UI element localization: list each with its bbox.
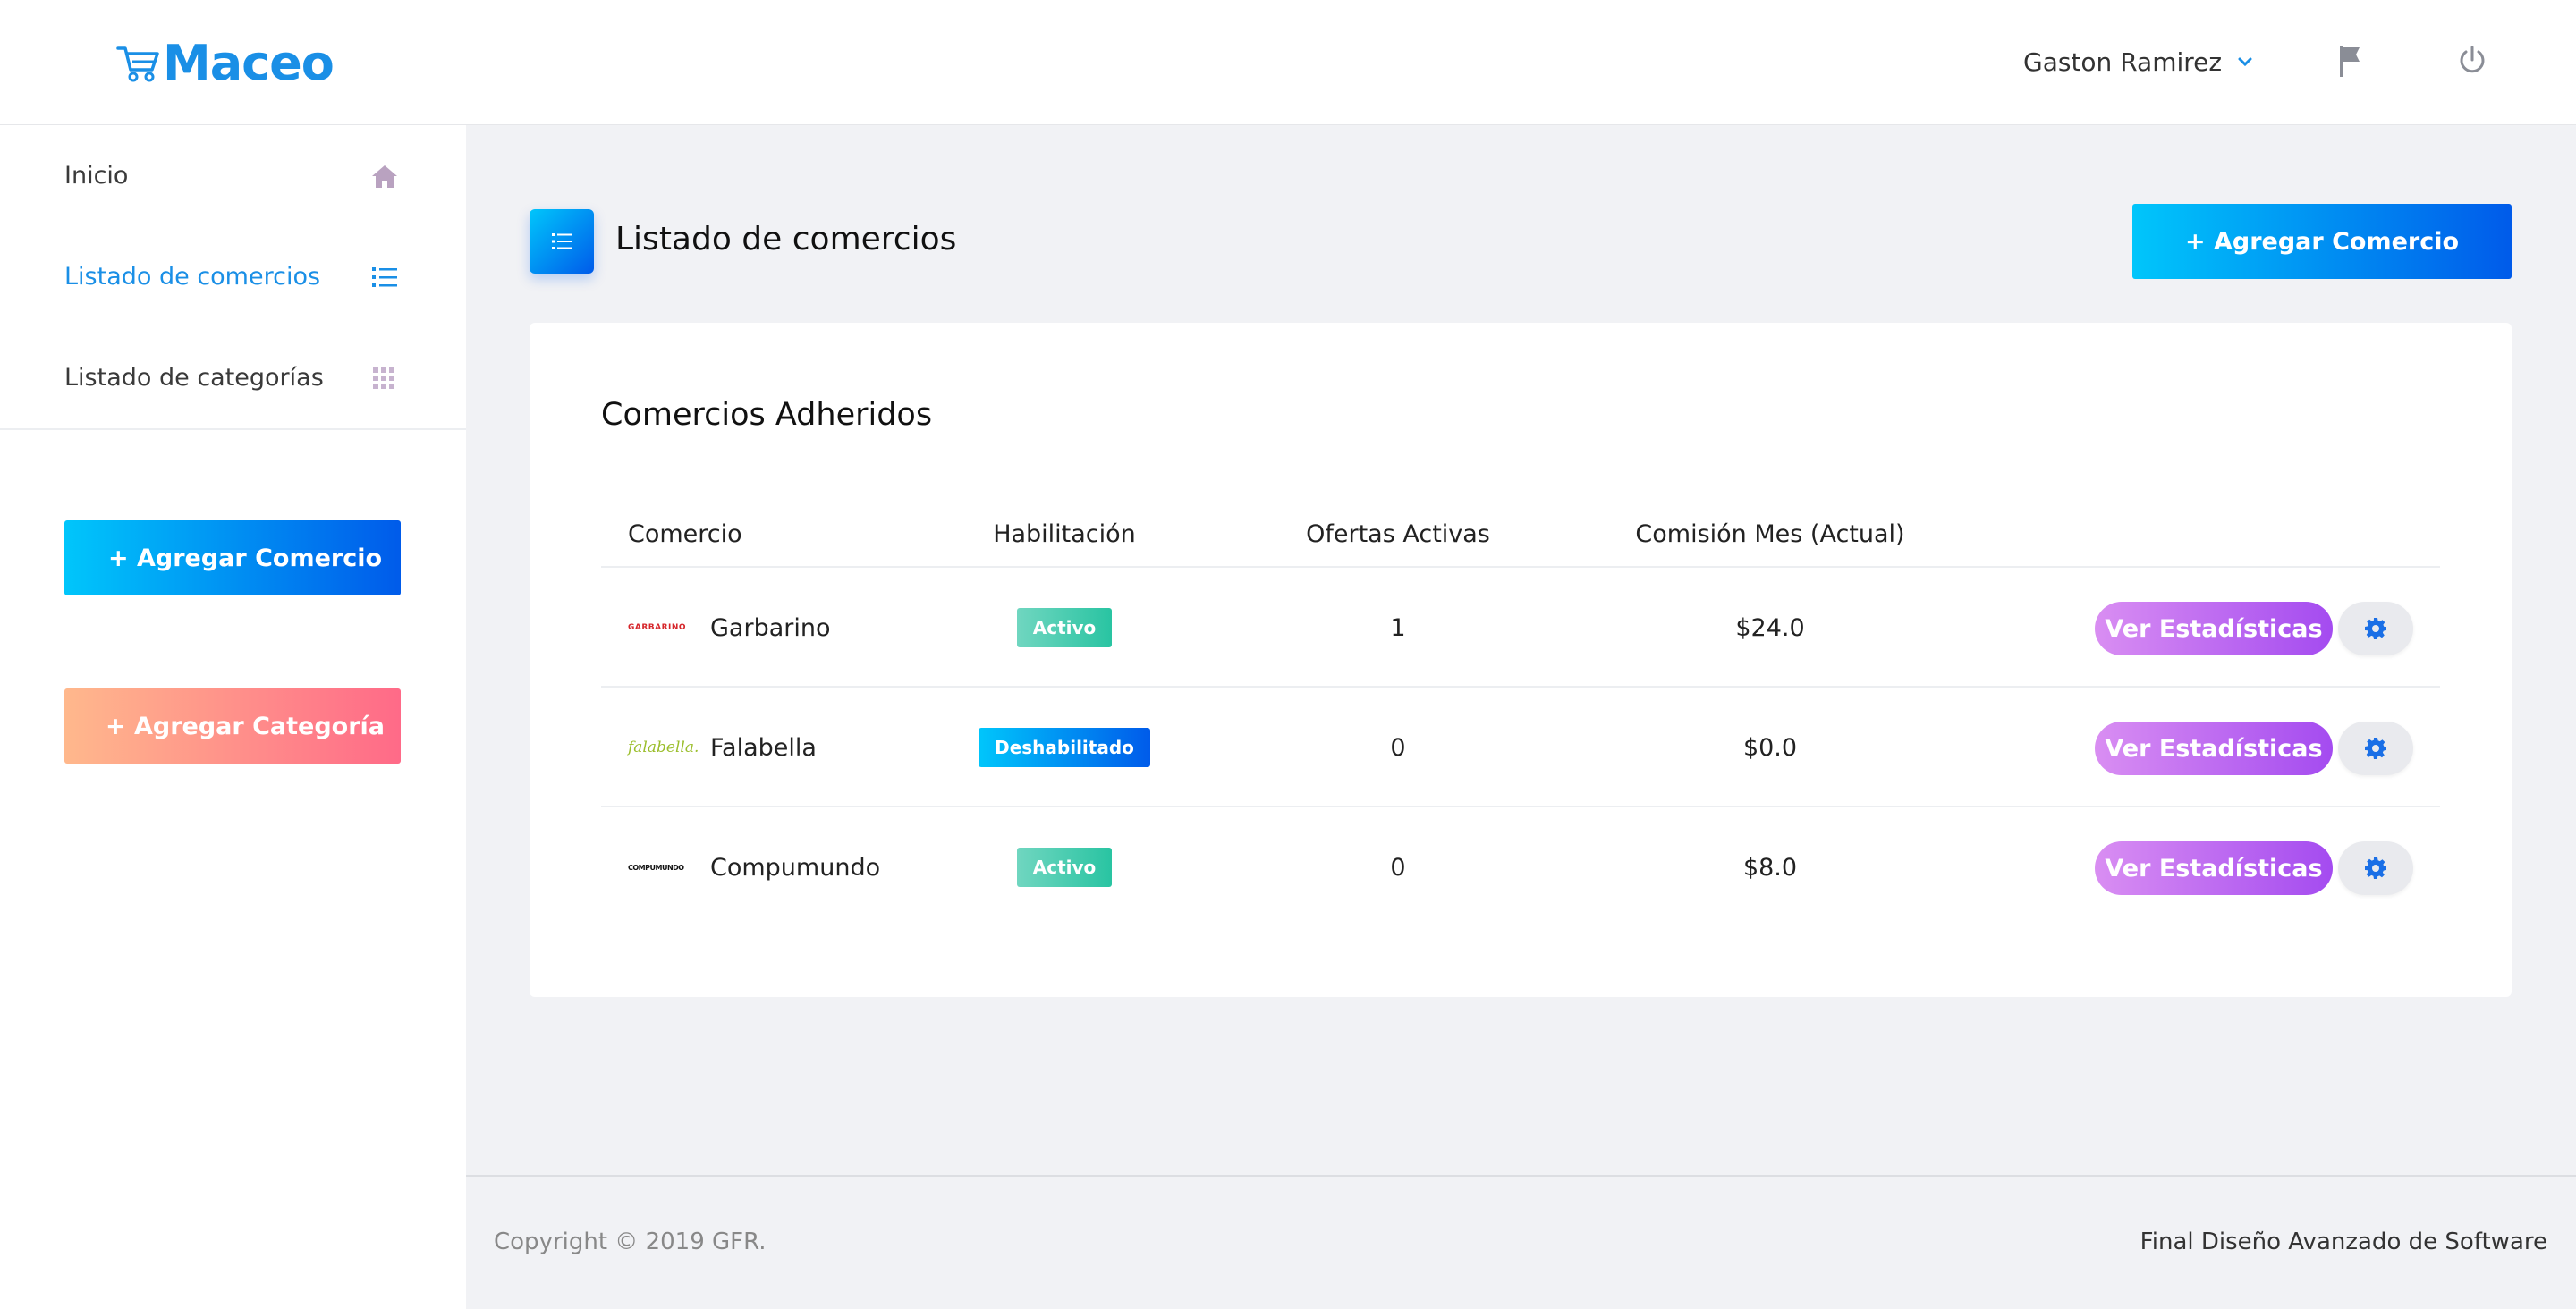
power-icon[interactable] [2456,43,2488,79]
gear-icon [2365,857,2386,879]
cart-icon [116,46,159,82]
store-name: Garbarino [710,613,831,642]
view-stats-button[interactable]: Ver Estadísticas [2095,841,2333,895]
top-header: Maceo Gaston Ramirez [0,0,2576,125]
sidebar-add-store-button[interactable]: + Agregar Comercio [64,520,401,595]
copyright-text: Copyright © 2019 GFR. [494,1229,767,1255]
brand-name: Maceo [163,35,335,91]
gear-icon [2365,738,2386,759]
footer: Copyright © 2019 GFR. Final Diseño Avanz… [466,1175,2576,1309]
column-header-comision: Comisión Mes (Actual) [1635,520,1905,548]
status-cell: Activo [975,568,1154,688]
store-logo: COMPUMUNDO [628,863,684,872]
offers-value: 0 [1390,733,1406,762]
commission-value: $8.0 [1742,853,1798,882]
settings-button[interactable] [2338,722,2413,775]
store-name: Compumundo [710,853,881,882]
column-header-habilitacion: Habilitación [993,520,1136,548]
sidebar: Inicio Listado de comercios Listado de c… [0,125,466,1309]
status-badge: Activo [1016,608,1113,647]
brand-logo[interactable]: Maceo [116,34,335,93]
sidebar-item-label: Listado de categorías [64,364,324,392]
view-stats-button[interactable]: Ver Estadísticas [2095,722,2333,775]
settings-button[interactable] [2338,602,2413,655]
grid-icon [373,367,394,389]
store-logo: GARBARINO [628,623,687,632]
status-badge: Activo [1016,848,1113,887]
add-store-button[interactable]: + Agregar Comercio [2132,204,2512,279]
list-icon [552,233,572,249]
store-cell: GARBARINO Garbarino [628,568,831,688]
store-name: Falabella [710,733,817,762]
column-header-ofertas: Ofertas Activas [1306,520,1490,548]
page-title-badge [530,209,594,274]
card-title: Comercios Adheridos [601,397,933,433]
sidebar-item-label: Listado de comercios [64,263,321,291]
list-icon [372,266,397,287]
user-menu[interactable]: Gaston Ramirez [2023,39,2252,84]
page-title: Listado de comercios [615,221,957,258]
sidebar-item-label: Inicio [64,162,129,190]
status-cell: Activo [975,807,1154,927]
sidebar-nav: Inicio Listado de comercios Listado de c… [0,125,466,430]
view-stats-button[interactable]: Ver Estadísticas [2095,602,2333,655]
offers-value: 0 [1390,853,1406,882]
offers-value: 1 [1390,613,1406,642]
table-row: falabella. Falabella Deshabilitado 0 $0.… [601,688,2440,807]
status-cell: Deshabilitado [975,688,1154,807]
sidebar-item-listado-comercios[interactable]: Listado de comercios [0,226,466,327]
stores-table: Comercio Habilitación Ofertas Activas Co… [601,502,2440,927]
flag-icon[interactable] [2336,43,2365,79]
commission-value: $24.0 [1735,613,1805,642]
footer-project-text: Final Diseño Avanzado de Software [2140,1229,2547,1255]
stores-card: Comercios Adheridos Comercio Habilitació… [530,323,2512,997]
status-badge: Deshabilitado [979,728,1150,767]
table-row: COMPUMUNDO Compumundo Activo 0 $8.0 Ver … [601,807,2440,927]
sidebar-item-inicio[interactable]: Inicio [0,125,466,226]
column-header-comercio: Comercio [628,520,742,548]
chevron-down-icon [2238,57,2252,67]
store-cell: COMPUMUNDO Compumundo [628,807,880,927]
store-cell: falabella. Falabella [628,688,817,807]
home-icon [372,165,397,188]
table-row: GARBARINO Garbarino Activo 1 $24.0 Ver E… [601,568,2440,688]
store-logo: falabella. [628,739,699,756]
user-name: Gaston Ramirez [2023,46,2223,77]
table-header: Comercio Habilitación Ofertas Activas Co… [601,502,2440,568]
sidebar-add-category-button[interactable]: + Agregar Categoría [64,688,401,764]
gear-icon [2365,618,2386,639]
sidebar-item-listado-categorias[interactable]: Listado de categorías [0,327,466,428]
commission-value: $0.0 [1742,733,1798,762]
settings-button[interactable] [2338,841,2413,895]
